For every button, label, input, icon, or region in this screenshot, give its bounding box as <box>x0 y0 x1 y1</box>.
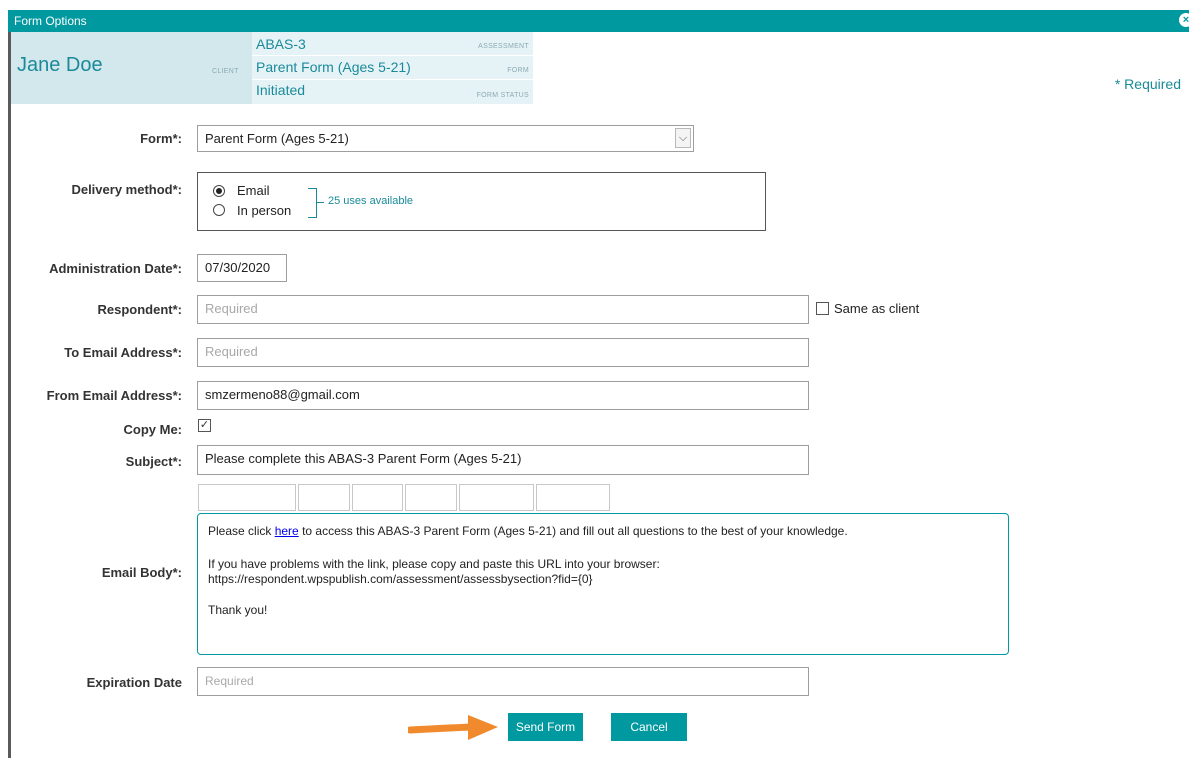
editor-toolbar-button[interactable] <box>198 484 296 511</box>
chevron-down-icon: ⌵ <box>675 128 691 148</box>
editor-toolbar-button[interactable] <box>536 484 610 511</box>
expiration-input[interactable]: Required <box>197 667 809 696</box>
header-divider <box>252 79 533 80</box>
header-divider <box>252 55 533 56</box>
bracket-tick <box>316 202 324 203</box>
arrow-annotation-icon <box>408 715 498 740</box>
client-panel: Jane Doe CLIENT <box>11 32 252 104</box>
dialog-titlebar: Form Options × <box>8 10 1189 32</box>
same-as-client-checkbox[interactable] <box>816 302 829 315</box>
subject-input[interactable]: Please complete this ABAS-3 Parent Form … <box>197 445 809 475</box>
email-body-text: Please click <box>208 524 275 538</box>
email-body-line2: If you have problems with the link, plea… <box>208 557 660 571</box>
uses-available: 25 uses available <box>328 195 414 207</box>
radio-in-person[interactable] <box>213 204 225 216</box>
radio-email-label[interactable]: Email <box>237 183 270 198</box>
email-body-signoff: Thank you! <box>208 603 268 617</box>
assessment-name: ABAS-3 <box>256 36 306 52</box>
form-status: Initiated <box>256 82 306 98</box>
radio-in-person-label[interactable]: In person <box>237 203 291 218</box>
delivery-method-label: Delivery method*: <box>71 182 182 197</box>
to-email-label: To Email Address*: <box>64 345 182 360</box>
same-as-client-label[interactable]: Same as client <box>834 301 919 316</box>
form-info-panel: ABAS-3 ASSESSMENT Parent Form (Ages 5-21… <box>252 32 533 104</box>
client-tag: CLIENT <box>212 68 239 75</box>
dialog-title: Form Options <box>14 14 87 28</box>
respondent-input[interactable]: Required <box>197 295 809 324</box>
send-form-button[interactable]: Send Form <box>508 713 583 741</box>
to-email-input[interactable]: Required <box>197 338 809 367</box>
client-name: Jane Doe <box>17 54 103 76</box>
copy-me-checkbox[interactable]: ✓ <box>198 419 211 432</box>
editor-toolbar-button[interactable] <box>459 484 534 511</box>
email-link-here[interactable]: here <box>275 524 299 538</box>
form-status-tag: FORM STATUS <box>476 92 529 99</box>
email-body-text: to access this ABAS-3 Parent Form (Ages … <box>298 524 848 538</box>
cancel-button[interactable]: Cancel <box>611 713 687 741</box>
delivery-method-group: Email In person 25 uses available <box>197 172 766 231</box>
admin-date-label: Administration Date*: <box>49 261 182 276</box>
form-label: Form*: <box>140 131 182 146</box>
form-select[interactable]: Parent Form (Ages 5-21) ⌵ <box>197 125 694 152</box>
email-body-line1: Please click here to access this ABAS-3 … <box>208 524 998 539</box>
subject-label: Subject*: <box>125 454 182 469</box>
respondent-label: Respondent*: <box>97 302 183 317</box>
email-body-editor[interactable]: Please click here to access this ABAS-3 … <box>197 513 1009 655</box>
editor-toolbar-button[interactable] <box>405 484 457 511</box>
email-body-label: Email Body*: <box>101 565 182 580</box>
expiration-label: Expiration Date <box>86 675 182 690</box>
bracket-icon <box>308 188 317 218</box>
from-email-input[interactable]: smzermeno88@gmail.com <box>197 381 809 410</box>
editor-toolbar-button[interactable] <box>352 484 403 511</box>
email-body-url: https://respondent.wpspublish.com/assess… <box>208 572 593 586</box>
form-select-value: Parent Form (Ages 5-21) <box>205 131 349 146</box>
form-name: Parent Form (Ages 5-21) <box>256 59 411 75</box>
admin-date-input[interactable]: 07/30/2020 <box>197 254 287 282</box>
editor-toolbar-button[interactable] <box>298 484 350 511</box>
radio-email[interactable] <box>213 185 225 197</box>
form-tag: FORM <box>507 67 529 74</box>
assessment-tag: ASSESSMENT <box>478 43 529 50</box>
required-note: * Required <box>1114 76 1181 92</box>
copy-me-label: Copy Me: <box>123 422 183 437</box>
close-icon[interactable]: × <box>1179 13 1189 27</box>
from-email-label: From Email Address*: <box>46 388 182 403</box>
